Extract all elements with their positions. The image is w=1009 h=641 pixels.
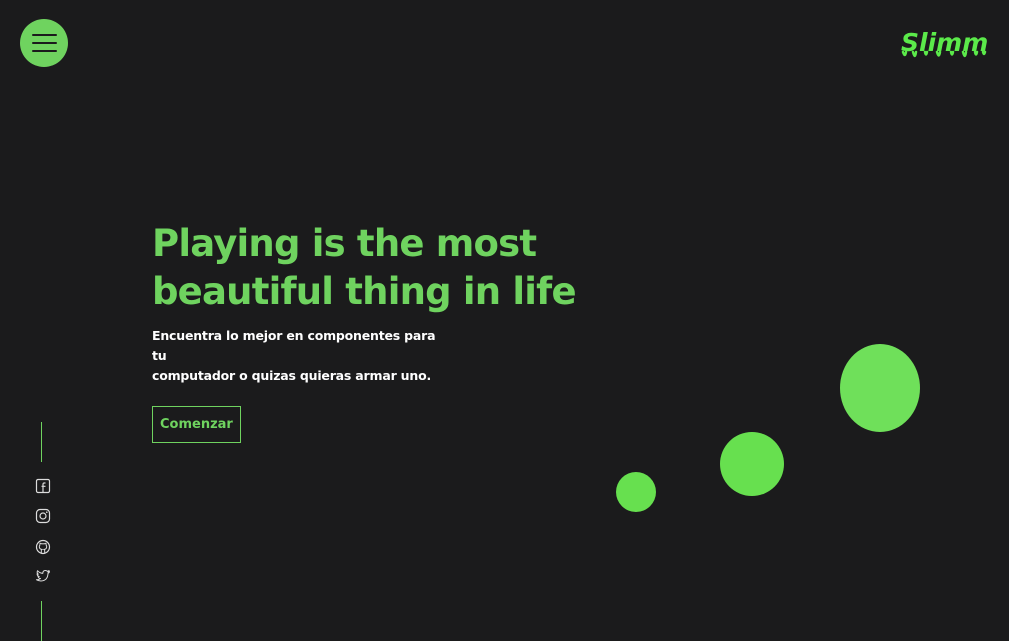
twitter-icon[interactable] [35,568,51,584]
decorative-bubble-medium [720,432,784,496]
comenzar-button[interactable]: Comenzar [152,406,241,443]
decorative-bubble-large [840,344,920,432]
hero-subtitle-line1: Encuentra lo mejor en componentes para t… [152,328,436,363]
hamburger-icon-line [32,42,57,44]
github-icon[interactable] [35,539,51,555]
hamburger-icon-line [32,50,57,52]
social-divider-top [41,422,42,462]
menu-button[interactable] [20,19,68,67]
facebook-icon[interactable] [35,478,51,494]
hero-title-line1: Playing is the most [152,222,537,265]
hamburger-icon-line [32,34,57,36]
hero-title: Playing is the most beautiful thing in l… [152,220,622,316]
hero-section: Playing is the most beautiful thing in l… [152,220,622,443]
decorative-bubble-small [616,472,656,512]
hero-subtitle: Encuentra lo mejor en componentes para t… [152,326,452,386]
landing-page: Slimme Playing is the most beautiful thi… [0,0,1009,641]
social-divider-bottom [41,601,42,641]
hero-title-line2: beautiful thing in life [152,270,577,313]
hero-subtitle-line2: computador o quizas quieras armar uno. [152,368,432,383]
instagram-icon[interactable] [35,508,51,524]
slimme-logo[interactable]: Slimme [899,26,989,62]
